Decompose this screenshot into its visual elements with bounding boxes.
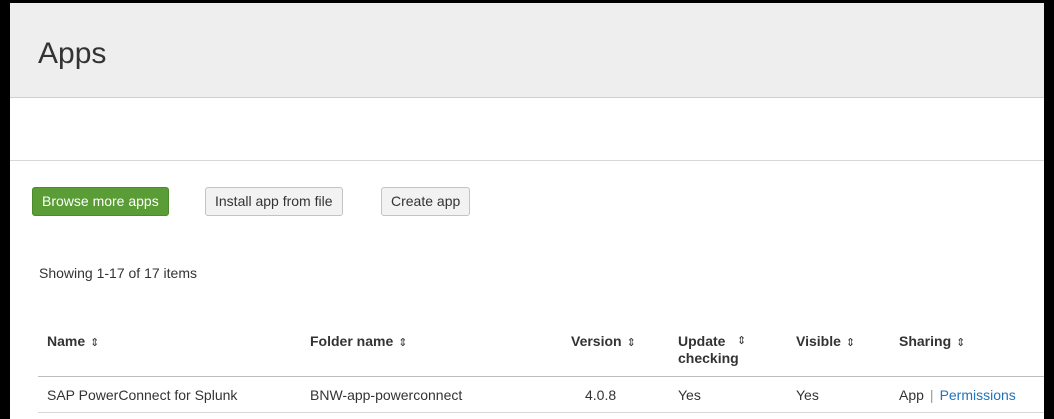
page-title: Apps	[38, 37, 107, 70]
sort-icon: ⇕	[845, 337, 856, 349]
column-label-sharing: Sharing	[899, 333, 952, 349]
pagination-summary: Showing 1-17 of 17 items	[39, 265, 197, 281]
column-label-visible: Visible	[796, 333, 841, 349]
column-label-update-line1: Update	[678, 333, 726, 349]
sharing-value: App	[899, 387, 924, 403]
permissions-link[interactable]: Permissions	[940, 387, 1016, 403]
create-app-button[interactable]: Create app	[381, 187, 471, 216]
sort-icon: ⇕	[90, 337, 100, 349]
browse-more-apps-button[interactable]: Browse more apps	[32, 187, 169, 216]
sort-icon: ⇕	[626, 337, 636, 349]
table-header-divider	[38, 376, 1044, 377]
page-header: Apps	[10, 3, 1044, 98]
column-header-visible[interactable]: Visible ⇕	[796, 333, 855, 352]
column-label-folder-name: Folder name	[310, 333, 394, 349]
column-label-name: Name	[47, 333, 86, 349]
column-header-version[interactable]: Version ⇕	[571, 333, 636, 352]
sharing-separator: |	[929, 387, 934, 403]
sort-icon: ⇕	[737, 335, 747, 347]
update-checking-cell: Yes	[678, 387, 701, 403]
sort-icon: ⇕	[956, 337, 966, 349]
apps-page: Apps Browse more apps Install app from f…	[10, 3, 1044, 419]
app-name-cell: SAP PowerConnect for Splunk	[47, 387, 238, 403]
visible-cell: Yes	[796, 387, 819, 403]
sharing-cell: App | Permissions	[899, 387, 1016, 403]
window-frame-left	[0, 0, 10, 419]
column-label-update-line2: checking	[678, 350, 739, 366]
install-app-from-file-button[interactable]: Install app from file	[205, 187, 343, 216]
table-row-divider	[38, 412, 1044, 413]
column-label-version: Version	[571, 333, 622, 349]
folder-name-cell: BNW-app-powerconnect	[310, 387, 463, 403]
column-header-sharing[interactable]: Sharing ⇕	[899, 333, 965, 352]
window-frame-right	[1044, 0, 1054, 419]
section-divider	[10, 160, 1044, 161]
version-cell: 4.0.8	[585, 387, 617, 403]
column-header-name[interactable]: Name ⇕	[47, 333, 99, 352]
column-header-folder-name[interactable]: Folder name ⇕	[310, 333, 407, 352]
sort-icon: ⇕	[398, 337, 408, 349]
column-header-update-checking[interactable]: Update checking ⇕	[678, 333, 746, 367]
